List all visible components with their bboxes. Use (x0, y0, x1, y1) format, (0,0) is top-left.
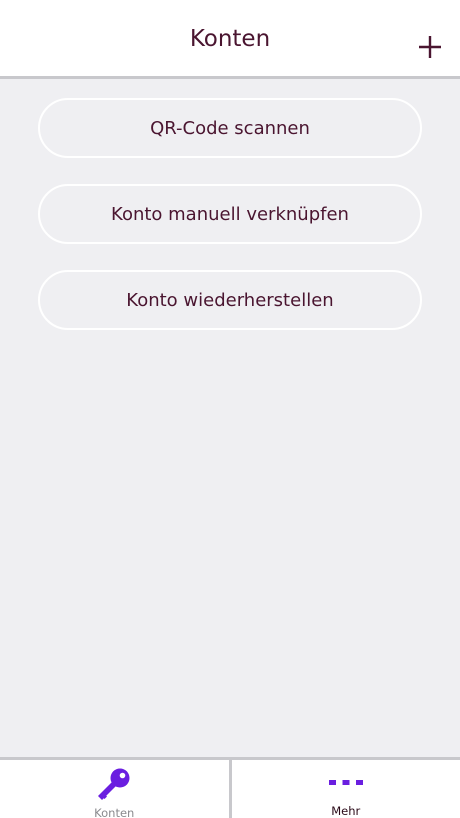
link-account-manually-button[interactable]: Konto manuell verknüpfen (38, 184, 422, 244)
restore-account-button[interactable]: Konto wiederherstellen (38, 270, 422, 330)
page-title: Konten (189, 25, 271, 52)
add-account-button[interactable] (418, 35, 442, 59)
tab-konten-label: Konten (94, 806, 135, 818)
tab-konten[interactable]: Konten (0, 760, 229, 818)
plus-icon (419, 36, 441, 58)
bottom-tab-bar: Konten Mehr (0, 757, 460, 818)
tab-mehr-label: Mehr (331, 804, 361, 818)
scan-qr-code-label: QR-Code scannen (150, 117, 310, 139)
restore-account-label: Konto wiederherstellen (126, 289, 334, 311)
key-icon (95, 766, 133, 802)
link-account-manually-label: Konto manuell verknüpfen (111, 203, 349, 225)
top-app-bar: Konten (0, 0, 460, 79)
tab-mehr[interactable]: Mehr (228, 760, 460, 818)
more-dots-icon (328, 766, 363, 800)
scan-qr-code-button[interactable]: QR-Code scannen (38, 98, 422, 158)
accounts-content: QR-Code scannen Konto manuell verknüpfen… (0, 79, 460, 757)
